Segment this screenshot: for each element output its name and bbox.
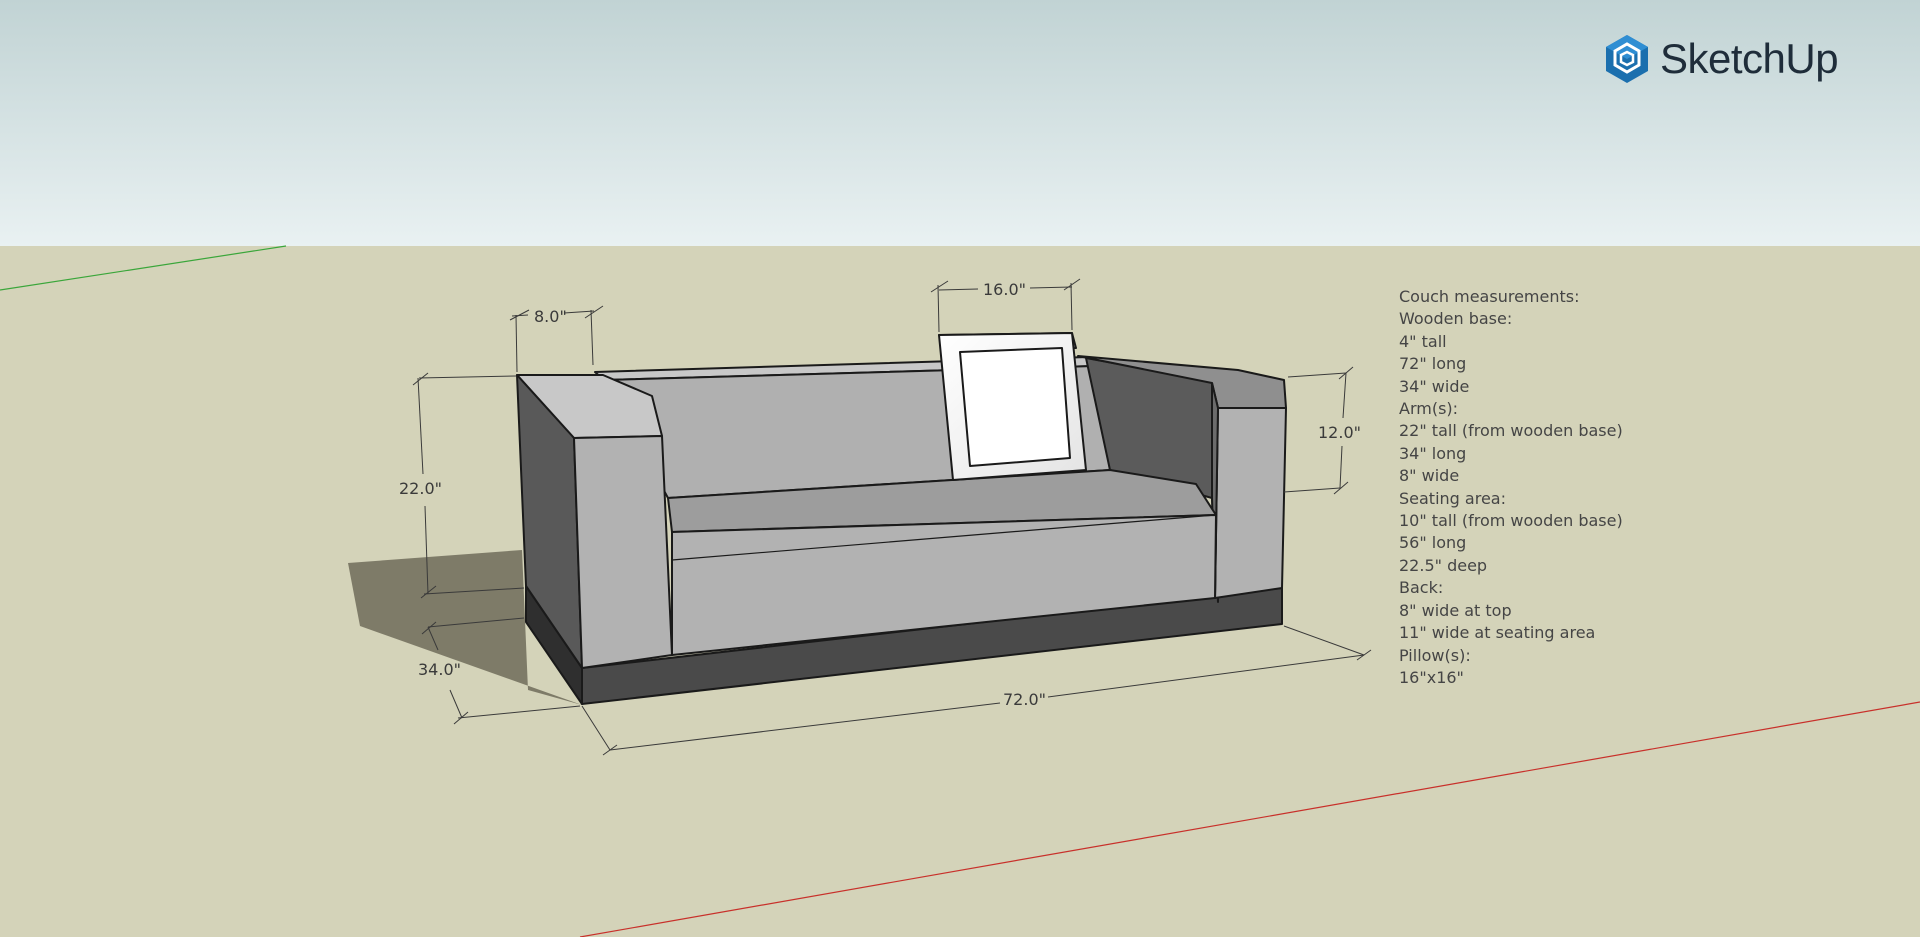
notes-line: Arm(s):	[1399, 399, 1459, 419]
drawing-viewport[interactable]: 8.0" 16.0" 22.0" 12.0" 34.0" 72.0"	[0, 0, 1920, 937]
measurement-notes: Couch measurements: Wooden base: 4" tall…	[1399, 286, 1623, 689]
notes-line: 8" wide at top	[1399, 600, 1512, 620]
dim-total-height: 22.0"	[399, 479, 442, 498]
notes-line: 16"x16"	[1399, 667, 1464, 687]
notes-line: 34" wide	[1399, 376, 1470, 396]
notes-line: Wooden base:	[1399, 309, 1513, 329]
dim-depth: 34.0"	[418, 660, 461, 679]
notes-line: 56" long	[1399, 533, 1467, 553]
notes-line: 34" long	[1399, 443, 1467, 463]
notes-line: 8" wide	[1399, 466, 1460, 486]
dim-arm-width: 8.0"	[534, 307, 567, 326]
notes-line: 22" tall (from wooden base)	[1399, 421, 1623, 441]
notes-line: Seating area:	[1399, 488, 1506, 508]
dim-arm-height: 12.0"	[1318, 423, 1361, 442]
dim-pillow-width: 16.0"	[983, 280, 1026, 299]
sketchup-logo: SketchUp	[1604, 33, 1839, 85]
model-scene[interactable]: 8.0" 16.0" 22.0" 12.0" 34.0" 72.0"	[0, 0, 1920, 937]
pillow-face	[959, 347, 1071, 467]
notes-line: Back:	[1399, 578, 1444, 598]
sketchup-logo-icon	[1606, 35, 1648, 83]
notes-line: 11" wide at seating area	[1399, 623, 1596, 643]
left-arm-front	[573, 435, 673, 669]
right-arm-front	[1214, 407, 1287, 599]
notes-line: Pillow(s):	[1399, 645, 1471, 665]
notes-line: 4" tall	[1399, 331, 1447, 351]
sketchup-logo-text: SketchUp	[1660, 35, 1839, 82]
notes-line: 10" tall (from wooden base)	[1399, 511, 1623, 531]
notes-line: 22.5" deep	[1399, 555, 1488, 575]
dim-length: 72.0"	[1003, 690, 1046, 709]
notes-line: 72" long	[1399, 354, 1467, 374]
notes-line: Couch measurements:	[1399, 287, 1580, 306]
